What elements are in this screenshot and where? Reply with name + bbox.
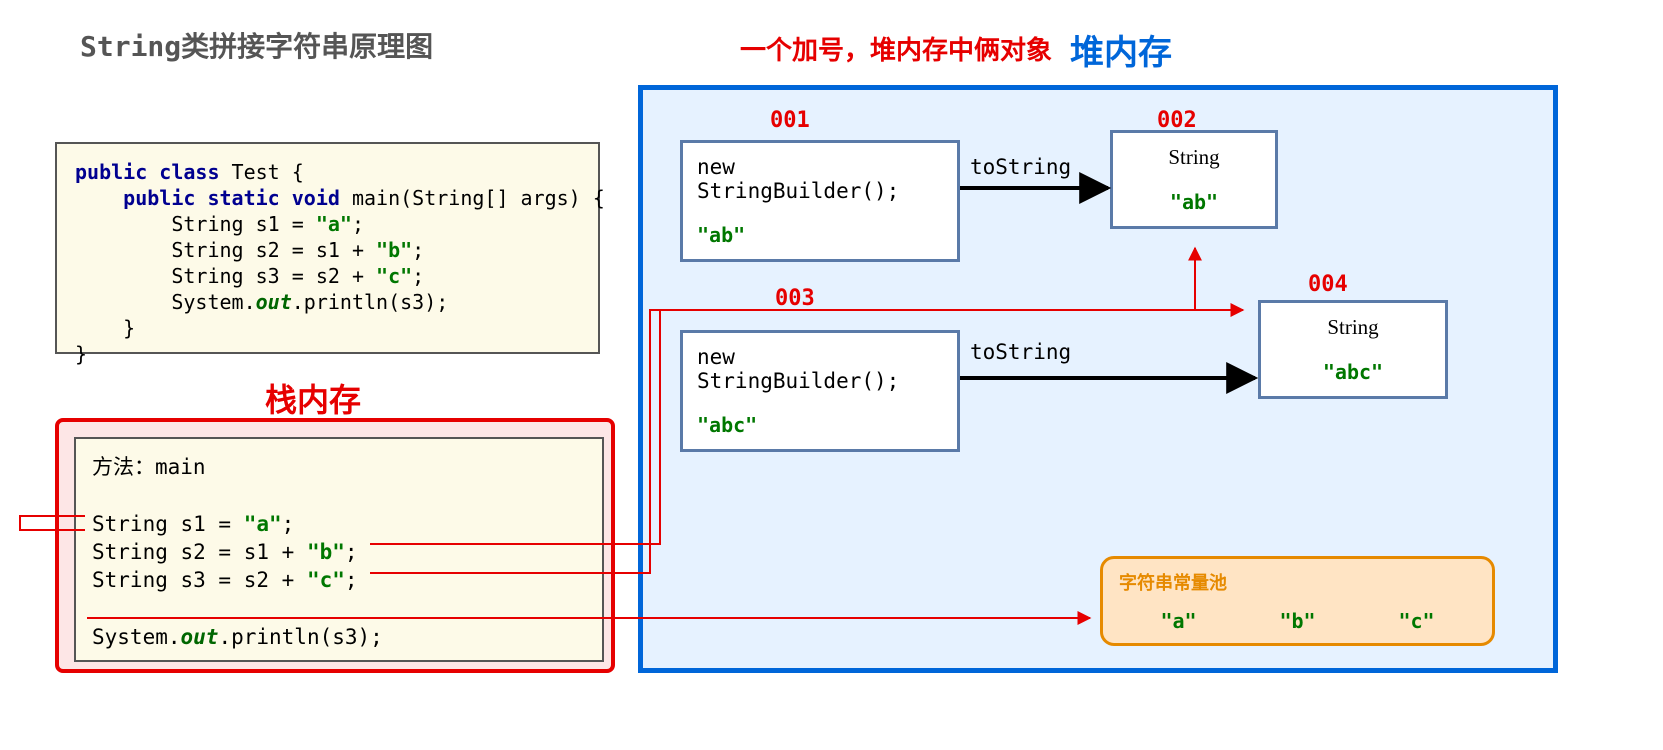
heap-box-001: new StringBuilder(); "ab" <box>680 140 960 262</box>
title-caption: 一个加号，堆内存中俩对象 <box>740 30 1052 67</box>
code-text: Test { <box>220 160 304 184</box>
code-text: out <box>256 290 292 314</box>
stack-text: String s3 = s2 + <box>92 568 307 592</box>
stack-text: 方法：main <box>92 455 206 479</box>
stack-panel: 方法：main String s1 = "a"; String s2 = s1 … <box>55 418 615 673</box>
code-text: String s2 = s1 + <box>75 238 376 262</box>
stack-text: ; <box>282 512 295 536</box>
stack-text: "a" <box>244 512 282 536</box>
heap-box-004: String "abc" <box>1258 300 1448 399</box>
stack-inner: 方法：main String s1 = "a"; String s2 = s1 … <box>74 437 604 662</box>
heap-text: new StringBuilder(); <box>697 345 943 393</box>
title-stack: 栈内存 <box>265 375 361 421</box>
pool-item: "b" <box>1279 609 1315 633</box>
stack-text: .println(s3); <box>218 625 382 649</box>
heap-text: new StringBuilder(); <box>697 155 943 203</box>
heap-box-002: String "ab" <box>1110 130 1278 229</box>
pool-item: "a" <box>1160 609 1196 633</box>
stack-text: "c" <box>307 568 345 592</box>
code-text: String s1 = <box>75 212 316 236</box>
addr-004: 004 <box>1308 272 1348 297</box>
code-text: .println(s3); <box>292 290 449 314</box>
code-text: String s3 = s2 + <box>75 264 376 288</box>
string-pool: 字符串常量池 "a" "b" "c" <box>1100 556 1495 646</box>
code-text: ; <box>412 238 424 262</box>
code-text: public static void <box>75 186 340 210</box>
toString-label-2: toString <box>970 340 1071 364</box>
heap-text: String <box>1127 145 1261 170</box>
heap-text: "ab" <box>697 223 943 247</box>
code-text: public class <box>75 160 220 184</box>
code-text: System. <box>75 290 256 314</box>
code-text: "a" <box>316 212 352 236</box>
code-text: } <box>75 316 135 340</box>
heap-text: "abc" <box>1275 360 1431 384</box>
stack-text: String s2 = s1 + <box>92 540 307 564</box>
toString-label-1: toString <box>970 155 1071 179</box>
stack-text: ; <box>345 540 358 564</box>
addr-001: 001 <box>770 108 810 133</box>
addr-003: 003 <box>775 286 815 311</box>
stack-text: String s1 = <box>92 512 244 536</box>
stack-text: System. <box>92 625 181 649</box>
title-heap: 堆内存 <box>1070 25 1172 74</box>
code-text: ; <box>412 264 424 288</box>
code-text: main(String[] args) { <box>340 186 605 210</box>
title-main: String类拼接字符串原理图 <box>80 25 433 65</box>
code-text: ; <box>352 212 364 236</box>
code-text: "c" <box>376 264 412 288</box>
heap-text: "abc" <box>697 413 943 437</box>
pool-item: "c" <box>1398 609 1434 633</box>
stack-text: out <box>181 625 219 649</box>
heap-box-003: new StringBuilder(); "abc" <box>680 330 960 452</box>
pool-title: 字符串常量池 <box>1119 569 1476 595</box>
code-text: "b" <box>376 238 412 262</box>
stack-text: "b" <box>307 540 345 564</box>
stack-text: ; <box>345 568 358 592</box>
heap-text: "ab" <box>1127 190 1261 214</box>
code-panel: public class Test { public static void m… <box>55 142 600 354</box>
code-text: } <box>75 342 87 366</box>
heap-text: String <box>1275 315 1431 340</box>
